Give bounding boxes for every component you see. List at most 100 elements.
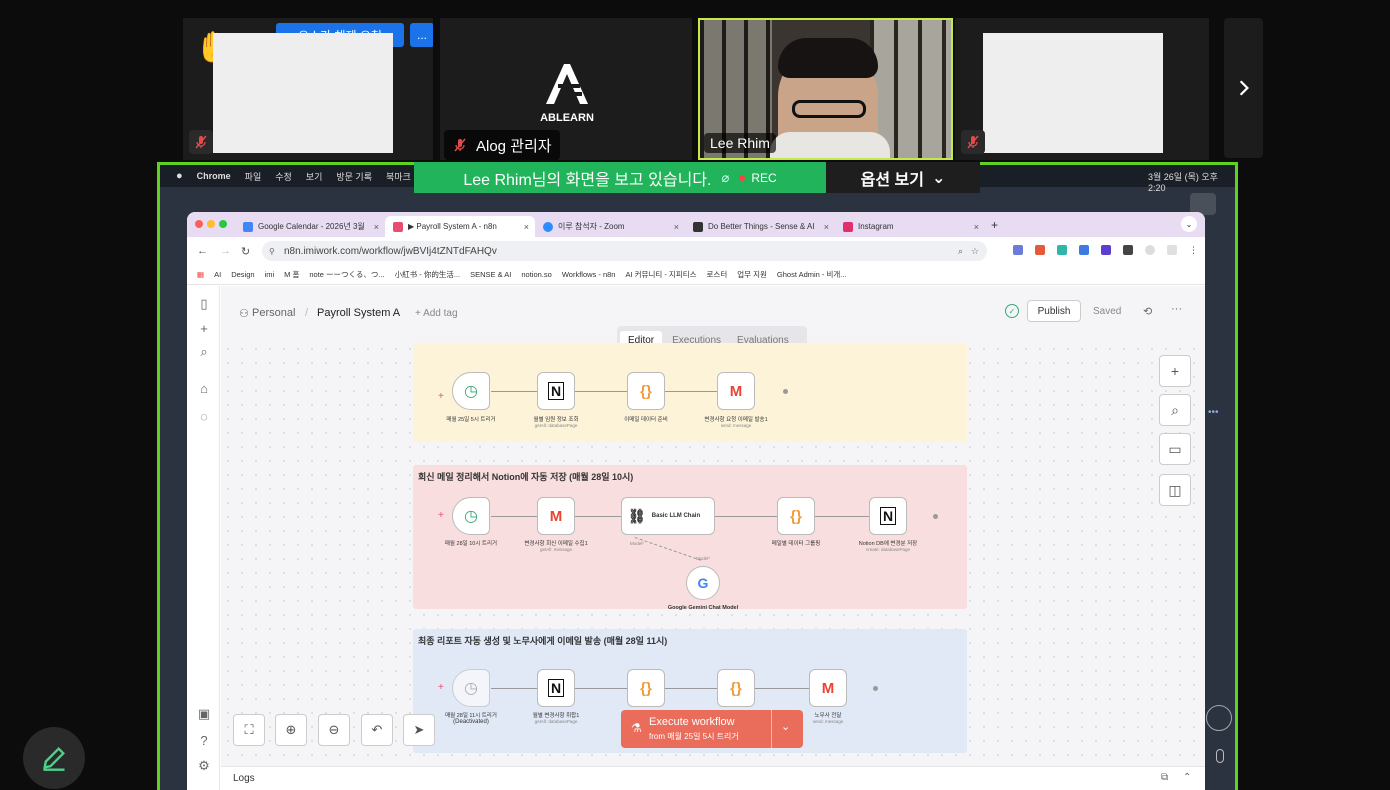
- bookmark-item[interactable]: AI: [214, 270, 221, 279]
- menu-item[interactable]: 보기: [306, 170, 323, 183]
- menu-item[interactable]: 파일: [245, 170, 262, 183]
- gmail-node[interactable]: M: [717, 372, 755, 410]
- more-options-button[interactable]: ...: [410, 23, 433, 47]
- participant-tile[interactable]: ABLEARN Alog 관리자: [440, 18, 692, 160]
- more-menu-icon[interactable]: ···: [1171, 303, 1182, 315]
- sticky-note-group[interactable]: [413, 343, 967, 442]
- participant-tile[interactable]: ✋ 오스가 해제 요청 ...: [183, 18, 433, 160]
- close-tab-icon[interactable]: ×: [374, 222, 379, 232]
- chevron-down-icon[interactable]: ⌄: [781, 720, 790, 733]
- code-node[interactable]: {}: [717, 669, 755, 707]
- bookmark-item[interactable]: Ghost Admin - 비개...: [777, 269, 847, 280]
- menu-item[interactable]: Chrome: [197, 171, 231, 181]
- code-node[interactable]: {}: [627, 669, 665, 707]
- gmail-node[interactable]: M: [537, 497, 575, 535]
- extension-icon[interactable]: [1101, 245, 1111, 255]
- bookmark-item[interactable]: SENSE & AI: [470, 270, 511, 279]
- side-panel-icon[interactable]: [1167, 245, 1177, 255]
- chat-icon[interactable]: ◌: [196, 408, 212, 424]
- participant-tile[interactable]: [955, 18, 1209, 160]
- site-info-icon[interactable]: ⚲: [269, 247, 275, 256]
- bookmark-item[interactable]: Workflows - n8n: [562, 270, 616, 279]
- bookmark-item[interactable]: AI 커뮤니티 - 지피티스: [625, 269, 696, 280]
- code-node[interactable]: {}: [627, 372, 665, 410]
- next-participants-button[interactable]: [1224, 18, 1263, 158]
- close-tab-icon[interactable]: ×: [824, 222, 829, 232]
- bookmark-item[interactable]: 업무 지원: [737, 269, 767, 280]
- add-icon[interactable]: +: [196, 320, 212, 336]
- extension-icon[interactable]: [1035, 245, 1045, 255]
- connection-end[interactable]: [873, 686, 878, 691]
- popout-icon[interactable]: ⧉: [1161, 772, 1168, 783]
- browser-tab[interactable]: Do Better Things - Sense & AI ×: [685, 216, 835, 237]
- add-node-button[interactable]: +: [1159, 355, 1191, 387]
- reload-icon[interactable]: ↻: [241, 245, 250, 258]
- sticky-note-button[interactable]: ▭: [1159, 433, 1191, 465]
- gemini-model-node[interactable]: G: [686, 566, 720, 600]
- home-icon[interactable]: ⌂: [196, 380, 212, 396]
- llm-chain-node[interactable]: ⛓ Basic LLM Chain: [621, 497, 715, 535]
- minimize-window-icon[interactable]: [207, 220, 215, 228]
- code-node[interactable]: {}: [777, 497, 815, 535]
- browser-tab[interactable]: 이루 참석자 - Zoom ×: [535, 216, 685, 237]
- connection-end[interactable]: [783, 389, 788, 394]
- connection-end[interactable]: [933, 514, 938, 519]
- undo-button[interactable]: ↶: [361, 714, 393, 746]
- workflow-title[interactable]: Payroll System A: [317, 307, 400, 319]
- extension-icon[interactable]: [1057, 245, 1067, 255]
- menu-item[interactable]: 방문 기록: [336, 170, 372, 183]
- close-tab-icon[interactable]: ×: [524, 222, 529, 232]
- zoom-lens-icon[interactable]: ⌕: [958, 246, 963, 257]
- extension-icon[interactable]: [1013, 245, 1023, 255]
- extensions-puzzle-icon[interactable]: [1123, 245, 1133, 255]
- publish-button[interactable]: Publish: [1027, 300, 1081, 322]
- toggle-panel-button[interactable]: ◫: [1159, 474, 1191, 506]
- scroll-down-icon[interactable]: [1206, 705, 1232, 731]
- execute-workflow-button[interactable]: ⚗ Execute workflow from 매월 25일 5시 트리거 ⌄: [621, 710, 803, 748]
- templates-icon[interactable]: ▣: [196, 706, 212, 722]
- bookmark-item[interactable]: imi: [265, 270, 275, 279]
- tab-search-button[interactable]: ⌄: [1181, 216, 1197, 232]
- maximize-window-icon[interactable]: [219, 220, 227, 228]
- search-nodes-button[interactable]: ⌕: [1159, 394, 1191, 426]
- annotate-button[interactable]: [23, 727, 85, 789]
- microphone-icon[interactable]: [1216, 749, 1224, 763]
- bookmark-star-icon[interactable]: ☆: [971, 246, 979, 257]
- browser-tab[interactable]: Instagram ×: [835, 216, 985, 237]
- forward-icon[interactable]: →: [220, 245, 231, 257]
- menu-item[interactable]: 북마크: [386, 170, 411, 183]
- close-tab-icon[interactable]: ×: [974, 222, 979, 232]
- browser-tab-active[interactable]: ▶ Payroll System A - n8n ×: [385, 216, 535, 237]
- bookmark-item[interactable]: Design: [231, 270, 254, 279]
- schedule-trigger-node[interactable]: ◷: [452, 372, 490, 410]
- add-trigger-icon[interactable]: +: [438, 510, 444, 521]
- zoom-out-button[interactable]: ⊖: [318, 714, 350, 746]
- bookmark-item[interactable]: note ーーつくる、つ...: [309, 269, 384, 280]
- collapse-sidebar-icon[interactable]: ▯: [196, 296, 212, 312]
- extension-icon[interactable]: [1079, 245, 1089, 255]
- chrome-menu-icon[interactable]: ⋮: [1189, 245, 1198, 256]
- gmail-node[interactable]: M: [809, 669, 847, 707]
- profile-avatar[interactable]: [1145, 245, 1155, 255]
- cursor-tool-button[interactable]: ➤: [403, 714, 435, 746]
- close-tab-icon[interactable]: ×: [674, 222, 679, 232]
- menu-item[interactable]: 수정: [275, 170, 292, 183]
- window-controls[interactable]: [195, 220, 227, 228]
- add-trigger-icon[interactable]: +: [438, 682, 444, 693]
- bookmark-item[interactable]: 小紅书 - 你的生活...: [395, 269, 460, 280]
- breadcrumb-scope[interactable]: Personal: [252, 307, 295, 319]
- help-icon[interactable]: ?: [196, 732, 212, 748]
- browser-tab[interactable]: Google Calendar - 2026년 3월 ×: [235, 216, 385, 237]
- view-options-button[interactable]: 옵션 보기 ⌄: [826, 162, 980, 193]
- back-icon[interactable]: ←: [197, 245, 208, 257]
- bookmark-item[interactable]: 로스터: [707, 269, 728, 280]
- notion-node[interactable]: N: [537, 669, 575, 707]
- history-icon[interactable]: ⟲: [1143, 305, 1152, 318]
- active-check-icon[interactable]: ✓: [1005, 304, 1019, 318]
- schedule-trigger-node[interactable]: ◷: [452, 497, 490, 535]
- new-tab-button[interactable]: +: [991, 218, 998, 232]
- add-trigger-icon[interactable]: +: [438, 391, 444, 402]
- apps-grid-icon[interactable]: ▦: [197, 270, 204, 279]
- url-input[interactable]: ⚲ n8n.imiwork.com/workflow/jwBVIj4tZNTdF…: [262, 241, 987, 261]
- add-tag-button[interactable]: + Add tag: [415, 308, 458, 319]
